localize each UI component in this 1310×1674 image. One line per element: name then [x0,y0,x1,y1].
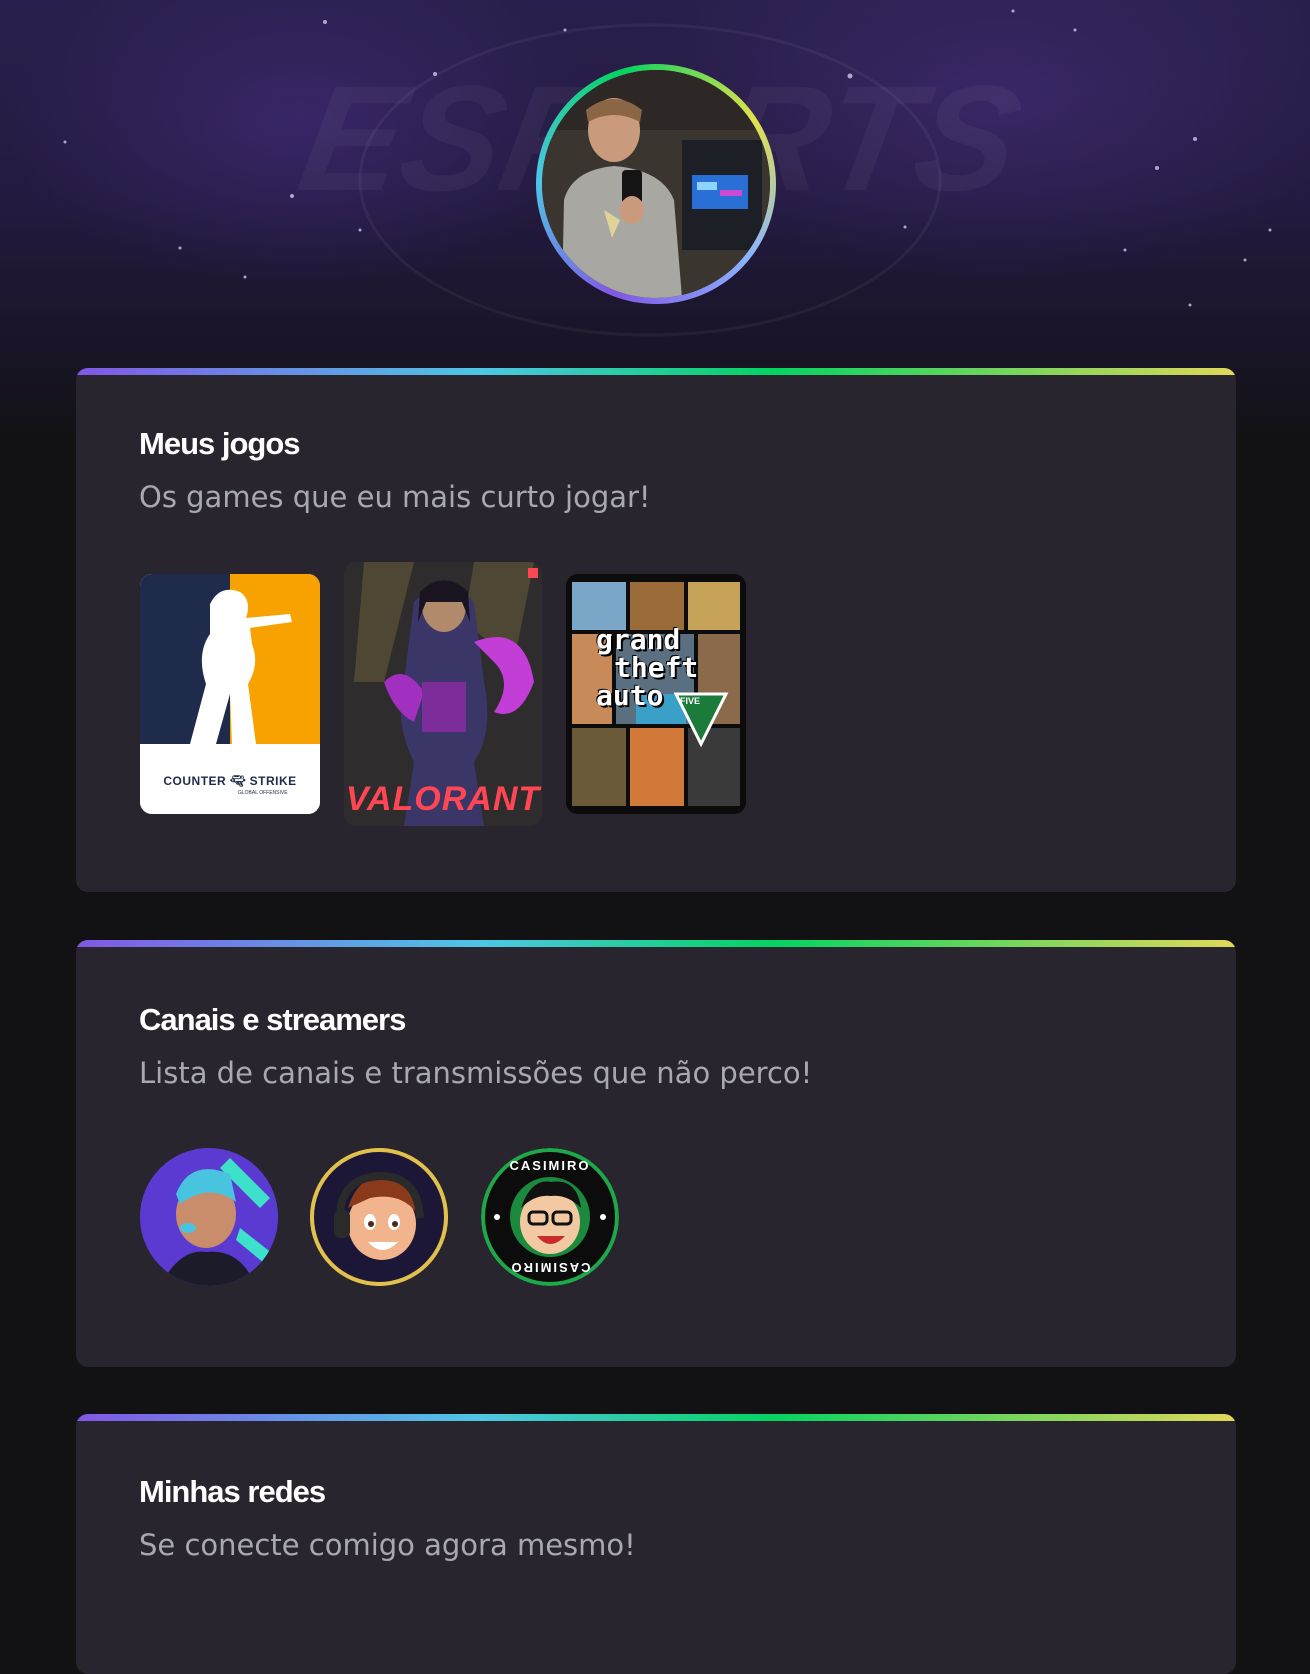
casimiro-bottom-text: CASIMIRO [509,1260,591,1275]
socials-card: Minhas redes Se conecte comigo agora mes… [76,1414,1236,1674]
streamer-avatar-casimiro[interactable]: CASIMIRO CASIMIRO [481,1148,619,1286]
game-gta-v[interactable]: grand theft auto FIVE [566,574,746,814]
socials-title: Minhas redes [139,1474,326,1509]
profile-avatar[interactable] [536,64,776,304]
casimiro-top-text: CASIMIRO [509,1158,591,1173]
valorant-logo: VALORANT [345,780,541,818]
games-subtitle: Os games que eu mais curto jogar! [139,480,651,514]
socials-subtitle: Se conecte comigo agora mesmo! [139,1528,636,1562]
games-title: Meus jogos [139,426,301,461]
gta-five-label: FIVE [680,696,701,706]
game-valorant[interactable]: VALORANT [344,562,542,826]
csgo-logo: COUNTER 🔫︎ STRIKE [163,774,297,788]
game-csgo[interactable]: COUNTER 🔫︎ STRIKE GLOBAL OFFENSIVE [140,574,320,814]
streamers-card: Canais e streamers Lista de canais e tra… [76,940,1236,1367]
csgo-logo-sub: GLOBAL OFFENSIVE [238,790,288,796]
streamer-avatar-2[interactable] [310,1148,448,1286]
games-card: Meus jogos Os games que eu mais curto jo… [76,368,1236,892]
streamers-title: Canais e streamers [139,1002,406,1037]
streamers-subtitle: Lista de canais e transmissões que não p… [139,1056,813,1090]
streamer-avatar-1[interactable] [140,1148,278,1286]
profile-photo [542,70,770,298]
